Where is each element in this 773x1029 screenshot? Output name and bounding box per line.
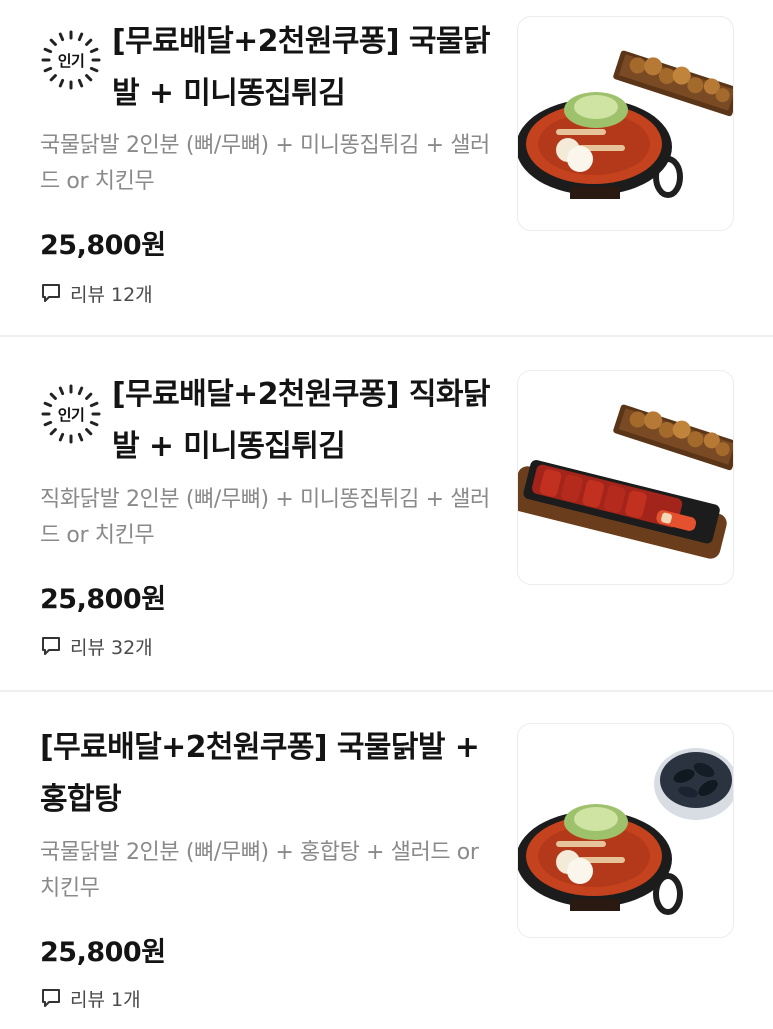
menu-price: 25,800원: [40, 584, 166, 615]
popular-badge: 인기: [40, 29, 102, 91]
soup-chicken-feet-with-fried-gizzard-photo: [518, 50, 733, 199]
review-count[interactable]: 리뷰 12개: [40, 281, 153, 306]
menu-description: 직화닭발 2인분 (뼈/무뼈) + 미니똥집튀김 + 샐러드 or 치킨무: [40, 487, 490, 548]
popular-badge: 인기: [40, 383, 102, 445]
menu-price: 25,800원: [40, 937, 166, 968]
menu-item[interactable]: 인기 [무료배달+2천원쿠퐁] 국물닭발 + 미니똥집튀김 국물닭발 2인분 (…: [0, 0, 773, 337]
review-label: 리뷰 12개: [70, 283, 153, 306]
soup-chicken-feet-with-mussel-soup-photo: [518, 748, 733, 915]
menu-description: 국물닭발 2인분 (뼈/무뼈) + 미니똥집튀김 + 샐러드 or 치킨무: [40, 133, 490, 194]
menu-item[interactable]: [무료배달+2천원쿠퐁] 국물닭발 + 홍합탕 국물닭발 2인분 (뼈/무뼈) …: [0, 692, 773, 1029]
speech-bubble-icon: [42, 989, 60, 1007]
menu-thumbnail[interactable]: [517, 370, 734, 585]
review-label: 리뷰 32개: [70, 636, 153, 659]
review-count[interactable]: 리뷰 32개: [40, 634, 153, 659]
speech-bubble-icon: [42, 284, 60, 302]
menu-title: [무료배달+2천원쿠퐁] 국물닭발 + 홍합탕: [40, 730, 480, 817]
review-label: 리뷰 1개: [70, 988, 141, 1011]
review-count[interactable]: 리뷰 1개: [40, 986, 141, 1011]
menu-title: [무료배달+2천원쿠퐁] 국물닭발 + 미니똥집튀김: [112, 24, 490, 111]
menu-item[interactable]: 인기 [무료배달+2천원쿠퐁] 직화닭발 + 미니똥집튀김 직화닭발 2인분 (…: [0, 339, 773, 692]
menu-thumbnail[interactable]: [517, 723, 734, 938]
grilled-chicken-feet-with-fried-gizzard-photo: [518, 404, 733, 559]
menu-title: [무료배달+2천원쿠퐁] 직화닭발 + 미니똥집튀김: [112, 377, 490, 464]
speech-bubble-icon: [42, 637, 60, 655]
badge-label: 인기: [57, 52, 85, 70]
badge-label: 인기: [57, 406, 85, 424]
menu-thumbnail[interactable]: [517, 16, 734, 231]
menu-description: 국물닭발 2인분 (뼈/무뼈) + 홍합탕 + 샐러드 or 치킨무: [40, 840, 479, 901]
menu-price: 25,800원: [40, 230, 166, 261]
